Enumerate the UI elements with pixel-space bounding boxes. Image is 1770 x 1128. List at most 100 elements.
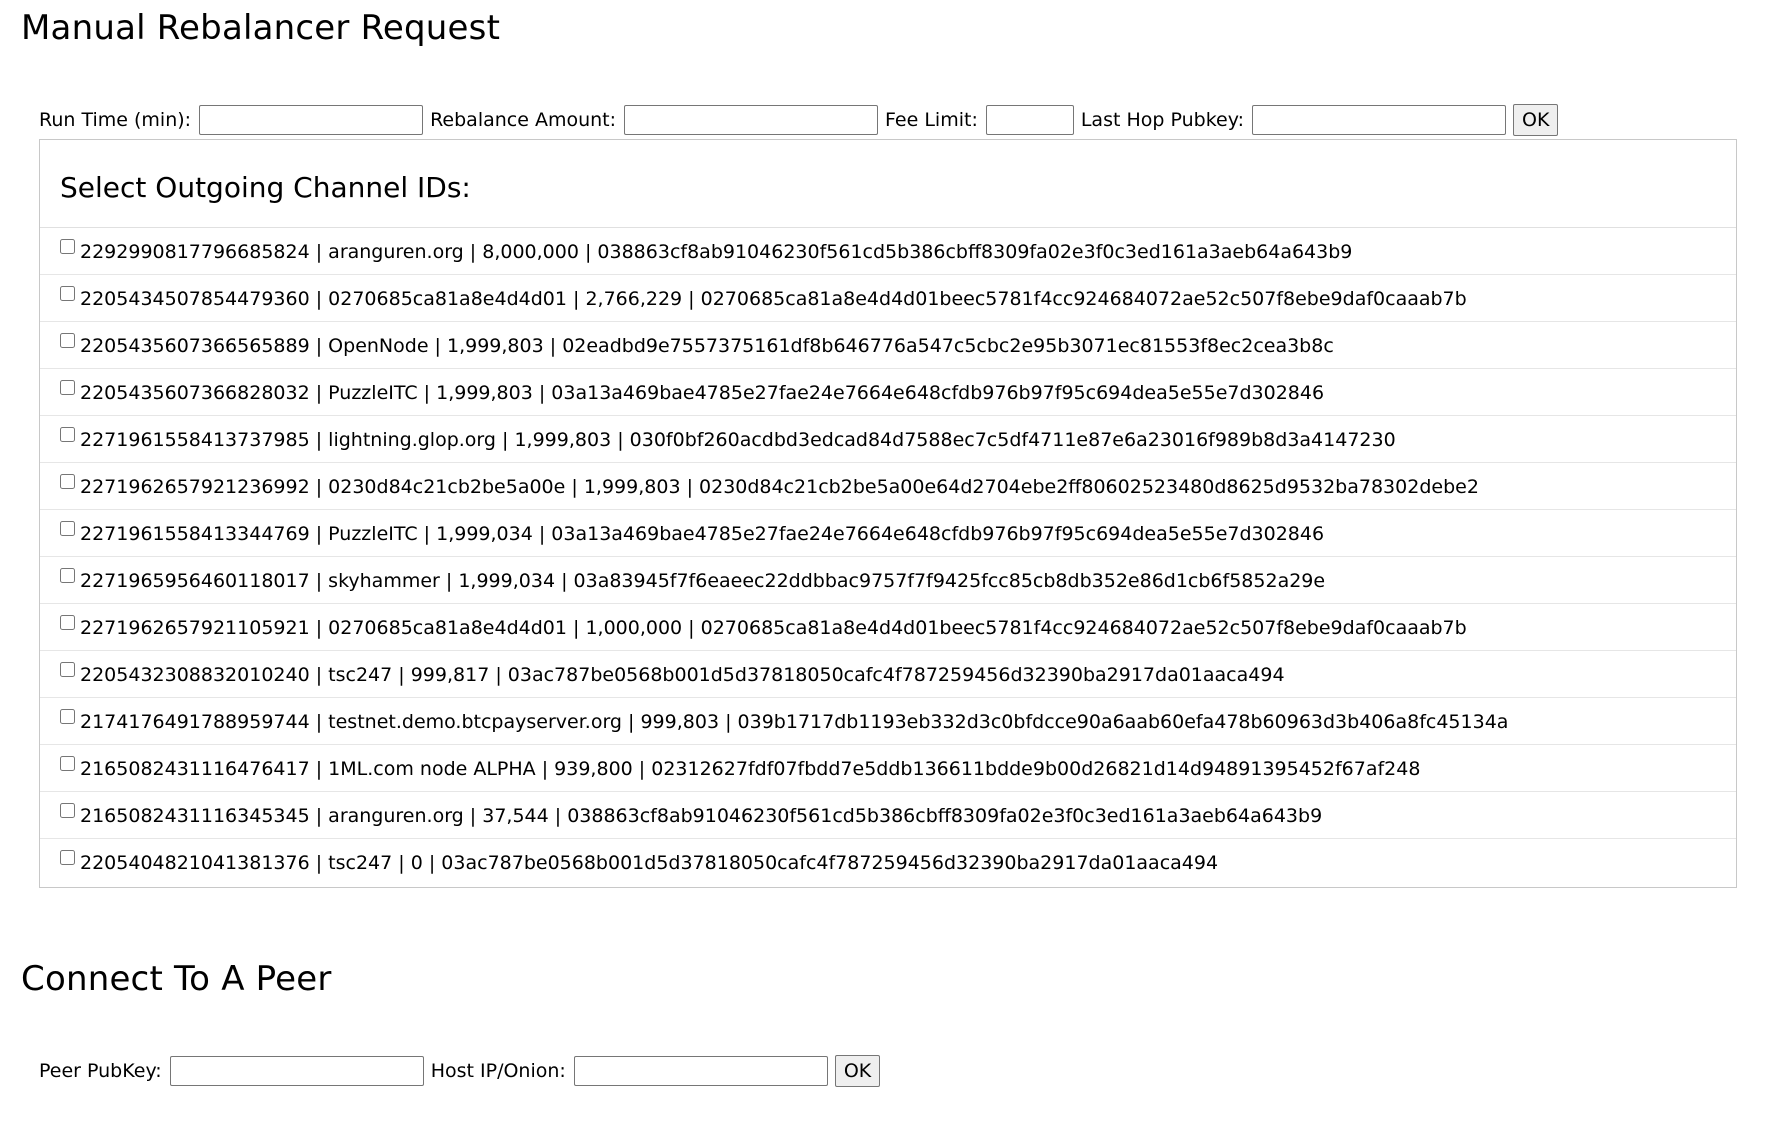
channel-id: 2174176491788959744	[80, 711, 310, 733]
channel-checkbox[interactable]	[60, 567, 75, 583]
separator: |	[532, 523, 552, 545]
page: Manual Rebalancer Request Run Time (min)…	[0, 0, 1770, 1128]
channel-checkbox[interactable]	[60, 614, 75, 630]
channel-capacity: 1,000,000	[585, 617, 683, 639]
channel-alias: 0230d84c21cb2be5a00e	[328, 476, 566, 498]
run-time-label: Run Time (min):	[39, 109, 192, 131]
separator: |	[543, 335, 563, 357]
channel-row[interactable]: 2165082431116476417 | 1ML.com node ALPHA…	[40, 745, 1736, 792]
channel-row[interactable]: 2271961558413737985 | lightning.glop.org…	[40, 416, 1736, 463]
channel-checkbox[interactable]	[60, 520, 75, 536]
channel-row[interactable]: 2205435607366565889 | OpenNode | 1,999,8…	[40, 322, 1736, 369]
separator: |	[309, 711, 329, 733]
separator: |	[309, 382, 329, 404]
channel-row[interactable]: 2271962657921105921 | 0270685ca81a8e4d4d…	[40, 604, 1736, 651]
channel-checkbox[interactable]	[60, 661, 75, 677]
separator: |	[428, 335, 447, 357]
host-ip-onion-input[interactable]	[573, 1056, 828, 1086]
channel-row[interactable]: 2205404821041381376 | tsc247 | 0 | 03ac7…	[40, 839, 1736, 885]
channel-row-text: 2165082431116345345 | aranguren.org | 37…	[80, 805, 1322, 827]
last-hop-pubkey-input[interactable]	[1251, 105, 1506, 135]
separator: |	[565, 476, 584, 498]
channel-row[interactable]: 2205434507854479360 | 0270685ca81a8e4d4d…	[40, 275, 1736, 322]
separator: |	[489, 664, 508, 686]
rebalance-amount-input[interactable]	[624, 105, 879, 135]
channel-capacity: 1,999,803	[447, 335, 544, 357]
channel-id: 2205435607366565889	[80, 335, 310, 357]
channel-alias: aranguren.org	[328, 241, 464, 263]
channel-capacity: 0	[410, 852, 423, 874]
separator: |	[309, 664, 329, 686]
separator: |	[463, 805, 483, 827]
channel-alias: skyhammer	[328, 570, 440, 592]
channel-checkbox[interactable]	[60, 379, 75, 395]
channel-pubkey: 03a13a469bae4785e27fae24e7664e648cfdb976…	[551, 523, 1325, 545]
channel-selection-box: Select Outgoing Channel IDs: 22929908177…	[39, 139, 1737, 888]
separator: |	[566, 288, 586, 310]
rebalance-ok-button[interactable]: OK	[1512, 104, 1559, 136]
channel-pubkey: 02eadbd9e7557375161df8b646776a547c5cbc2e…	[562, 335, 1334, 357]
channel-alias: 1ML.com node ALPHA	[328, 758, 536, 780]
channel-checkbox[interactable]	[60, 802, 75, 818]
channel-alias: 0270685ca81a8e4d4d01	[328, 288, 567, 310]
separator: |	[566, 617, 586, 639]
channel-row[interactable]: 2165082431116345345 | aranguren.org | 37…	[40, 792, 1736, 839]
channel-checkbox[interactable]	[60, 238, 75, 254]
channel-row-text: 2205432308832010240 | tsc247 | 999,817 |…	[80, 664, 1285, 686]
channel-row[interactable]: 2271961558413344769 | PuzzleITC | 1,999,…	[40, 510, 1736, 557]
separator: |	[632, 758, 652, 780]
separator: |	[555, 570, 574, 592]
channel-row[interactable]: 2292990817796685824 | aranguren.org | 8,…	[40, 228, 1736, 275]
separator: |	[392, 664, 411, 686]
channel-row[interactable]: 2205432308832010240 | tsc247 | 999,817 |…	[40, 651, 1736, 698]
separator: |	[548, 805, 568, 827]
channel-capacity: 939,800	[554, 758, 633, 780]
channel-checkbox[interactable]	[60, 849, 75, 865]
channel-capacity: 1,999,034	[458, 570, 556, 592]
channel-pubkey: 03ac787be0568b001d5d37818050cafc4f787259…	[441, 852, 1219, 874]
peer-pubkey-input[interactable]	[169, 1056, 424, 1086]
channel-alias: lightning.glop.org	[328, 429, 496, 451]
rebalance-amount-label: Rebalance Amount:	[430, 109, 617, 131]
separator: |	[309, 241, 329, 263]
channel-row-text: 2165082431116476417 | 1ML.com node ALPHA…	[80, 758, 1420, 780]
separator: |	[719, 711, 738, 733]
channel-row-text: 2205434507854479360 | 0270685ca81a8e4d4d…	[80, 288, 1467, 310]
channel-list: 2292990817796685824 | aranguren.org | 8,…	[40, 228, 1736, 885]
channel-id: 2292990817796685824	[80, 241, 310, 263]
channel-capacity: 2,766,229	[585, 288, 683, 310]
channel-checkbox[interactable]	[60, 285, 75, 301]
separator: |	[309, 288, 329, 310]
channel-pubkey: 038863cf8ab91046230f561cd5b386cbff8309fa…	[567, 805, 1323, 827]
channel-checkbox[interactable]	[60, 473, 75, 489]
channel-row-text: 2205435607366565889 | OpenNode | 1,999,8…	[80, 335, 1334, 357]
separator: |	[309, 429, 329, 451]
run-time-input[interactable]	[199, 105, 424, 135]
channel-id: 2165082431116345345	[80, 805, 310, 827]
channel-id: 2271962657921236992	[80, 476, 310, 498]
channel-row[interactable]: 2271965956460118017 | skyhammer | 1,999,…	[40, 557, 1736, 604]
channel-pubkey: 0230d84c21cb2be5a00e64d2704ebe2ff8060252…	[699, 476, 1479, 498]
channel-row-text: 2205435607366828032 | PuzzleITC | 1,999,…	[80, 382, 1324, 404]
channel-row-text: 2271962657921236992 | 0230d84c21cb2be5a0…	[80, 476, 1479, 498]
separator: |	[682, 617, 701, 639]
channel-checkbox[interactable]	[60, 426, 75, 442]
channel-row[interactable]: 2271962657921236992 | 0230d84c21cb2be5a0…	[40, 463, 1736, 510]
separator: |	[578, 241, 598, 263]
channel-row-text: 2292990817796685824 | aranguren.org | 8,…	[80, 241, 1352, 263]
separator: |	[439, 570, 459, 592]
separator: |	[682, 288, 701, 310]
channel-checkbox[interactable]	[60, 332, 75, 348]
channel-pubkey: 03ac787be0568b001d5d37818050cafc4f787259…	[507, 664, 1285, 686]
channel-row[interactable]: 2205435607366828032 | PuzzleITC | 1,999,…	[40, 369, 1736, 416]
connect-peer-ok-button[interactable]: OK	[834, 1055, 881, 1087]
connect-peer-form: Peer PubKey: Host IP/Onion: OK	[39, 1055, 881, 1087]
channel-checkbox[interactable]	[60, 708, 75, 724]
channel-pubkey: 03a13a469bae4785e27fae24e7664e648cfdb976…	[551, 382, 1325, 404]
fee-limit-input[interactable]	[985, 105, 1074, 135]
channel-checkbox[interactable]	[60, 755, 75, 771]
separator: |	[463, 241, 483, 263]
channel-row-text: 2271961558413737985 | lightning.glop.org…	[80, 429, 1396, 451]
channel-row[interactable]: 2174176491788959744 | testnet.demo.btcpa…	[40, 698, 1736, 745]
separator: |	[422, 852, 442, 874]
